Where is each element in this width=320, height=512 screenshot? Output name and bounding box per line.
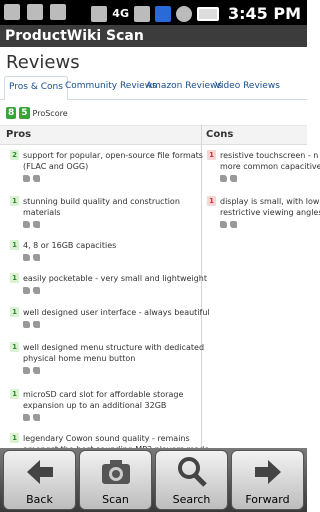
item-text: (FLAC and OGG) [23, 162, 89, 171]
app-title: ProductWiki Scan [0, 25, 307, 47]
vote-buttons [23, 367, 40, 374]
vote-count-badge: 1 [10, 273, 19, 283]
thumbs-up-icon[interactable] [23, 221, 30, 228]
page-title: Reviews [6, 52, 80, 73]
thumbs-down-icon[interactable] [33, 367, 40, 374]
proscore-digit: 8 [6, 107, 17, 119]
vote-buttons [220, 175, 237, 182]
pros-header: Pros [6, 129, 32, 140]
thumbs-down-icon[interactable] [33, 414, 40, 421]
search-label: Search [172, 493, 211, 506]
thumbs-up-icon[interactable] [23, 175, 30, 182]
cons-header: Cons [206, 129, 234, 140]
vote-count-badge: 1 [207, 196, 216, 206]
column-headers: Pros Cons [0, 125, 307, 145]
thumbs-up-icon[interactable] [220, 221, 227, 228]
thumbs-down-icon[interactable] [230, 175, 237, 182]
thumbs-up-icon[interactable] [23, 321, 30, 328]
battery-icon [196, 6, 219, 21]
item-text: resistive touchscreen - n [220, 151, 319, 160]
vote-count-badge: 1 [207, 150, 216, 160]
alarm-icon [175, 5, 192, 22]
vote-count-badge: 1 [10, 196, 19, 206]
thumbs-down-icon[interactable] [33, 175, 40, 182]
item-text: stunning build quality and construction [23, 197, 180, 206]
item-text: easily pocketable - very small and light… [23, 274, 207, 283]
item-text: display is small, with low [220, 197, 320, 206]
thumbs-down-icon[interactable] [33, 254, 40, 261]
thumbs-up-icon[interactable] [23, 254, 30, 261]
clock: 3:45 PM [227, 4, 301, 23]
vote-buttons [23, 254, 40, 261]
camera-icon [101, 460, 130, 484]
scan-label: Scan [102, 493, 129, 506]
vote-count-badge: 1 [10, 433, 19, 443]
vote-buttons [220, 221, 237, 228]
item-text: materials [23, 208, 61, 217]
item-text: physical home menu button [23, 354, 136, 363]
proscore-label: ProScore [32, 108, 68, 118]
thumbs-down-icon[interactable] [33, 221, 40, 228]
thumbs-up-icon[interactable] [220, 175, 227, 182]
thumbs-down-icon[interactable] [230, 221, 237, 228]
thumbs-down-icon[interactable] [33, 321, 40, 328]
search-button[interactable]: Search [155, 450, 228, 510]
back-button[interactable]: Back [3, 450, 76, 510]
android-icon [27, 4, 43, 20]
vote-buttons [23, 321, 40, 328]
vote-count-badge: 1 [10, 389, 19, 399]
forward-arrow-icon [254, 460, 281, 484]
vote-buttons [23, 414, 40, 421]
proscore-digit: 5 [19, 107, 30, 119]
item-text: support for popular, open-source file fo… [23, 151, 203, 160]
tab-bar: Pros & Cons Community Reviews Amazon Rev… [0, 76, 307, 100]
item-text: legendary Cowon sound quality - remains [23, 434, 190, 443]
item-text: more common capacitive [220, 162, 320, 171]
forward-button[interactable]: Forward [231, 450, 304, 510]
tab-pros-cons[interactable]: Pros & Cons [4, 76, 68, 100]
signal-icon [133, 5, 150, 22]
vote-count-badge: 1 [10, 342, 19, 352]
back-label: Back [26, 493, 53, 506]
usb-icon [50, 4, 66, 20]
vote-count-badge: 2 [10, 150, 19, 160]
item-text: 4, 8 or 16GB capacities [23, 241, 117, 250]
tab-video-reviews[interactable]: Video Reviews [211, 76, 284, 99]
forward-label: Forward [245, 493, 290, 506]
vote-count-badge: 1 [10, 307, 19, 317]
item-text: restrictive viewing angles [220, 208, 320, 217]
network-type: 4G [112, 7, 129, 20]
item-text: well designed user interface - always be… [23, 308, 210, 317]
scan-button[interactable]: Scan [79, 450, 152, 510]
vibrate-icon [91, 5, 108, 22]
vote-buttons [23, 287, 40, 294]
item-text: well designed menu structure with dedica… [23, 343, 205, 352]
thumbs-up-icon[interactable] [23, 367, 30, 374]
search-icon [177, 457, 207, 487]
proscore: 8 5 ProScore [6, 107, 68, 119]
bottom-toolbar: Back Scan Search Forward [0, 448, 307, 512]
back-arrow-icon [26, 460, 53, 484]
item-text: expansion up to an additional 32GB [23, 401, 167, 410]
vote-buttons [23, 221, 40, 228]
status-bar: 4G 3:45 PM [0, 0, 307, 25]
thumbs-up-icon[interactable] [23, 414, 30, 421]
wifi-icon [154, 5, 171, 22]
vote-buttons [23, 175, 40, 182]
lock-icon [4, 4, 20, 20]
thumbs-up-icon[interactable] [23, 287, 30, 294]
thumbs-down-icon[interactable] [33, 287, 40, 294]
item-text: microSD card slot for affordable storage [23, 390, 184, 399]
vote-count-badge: 1 [10, 240, 19, 250]
